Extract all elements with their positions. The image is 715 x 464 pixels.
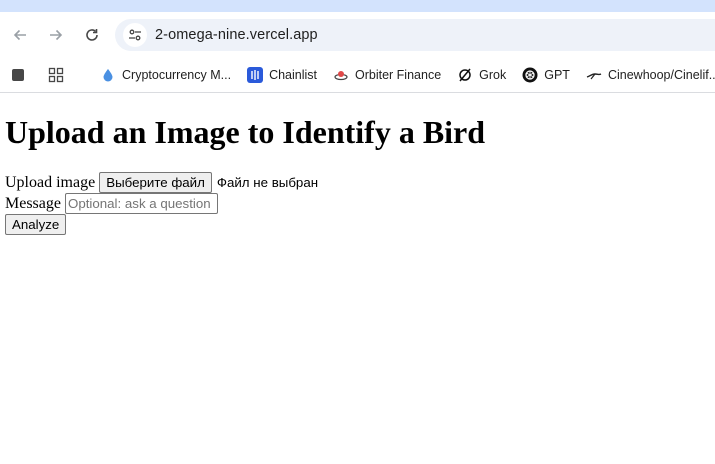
arrow-left-icon [13,29,26,41]
bookmark-label: Cryptocurrency M... [122,68,232,82]
analyze-button[interactable]: Analyze [5,214,67,235]
page-title: Upload an Image to Identify a Bird [5,114,486,150]
bookmark-label: GPT [544,68,570,82]
bookmark-gpt[interactable]: GPT [522,67,570,83]
choose-file-button[interactable]: Выберите файл [99,172,212,193]
orbiter-icon [333,67,349,83]
arrow-right-icon [50,29,63,41]
reload-button[interactable] [78,21,106,49]
upload-label: Upload image [5,174,96,191]
file-status: Файл не выбран [216,175,319,190]
forward-button[interactable] [42,21,70,49]
bookmark-grok[interactable]: Grok [457,67,506,83]
bookmark-label: Chainlist [269,68,317,82]
tab-strip [0,0,715,12]
bookmark-cryptocurrency[interactable]: Cryptocurrency M... [100,67,231,83]
tune-icon [129,29,141,41]
url-text[interactable]: 2-omega-nine.vercel.app [155,27,318,43]
bookmark-label: Cinewhoop/Cinelif... [607,68,715,82]
browser-toolbar: 2-omega-nine.vercel.app [0,12,715,58]
chainlist-icon [247,67,264,83]
bookmark-chainlist[interactable]: Chainlist [247,67,317,83]
back-button[interactable] [6,21,34,49]
address-bar[interactable]: 2-omega-nine.vercel.app [115,19,715,51]
message-label: Message [5,195,61,212]
bookmark-label: Grok [479,68,507,82]
drone-icon [586,67,602,83]
apps-grid-icon [48,67,64,83]
openai-icon [522,67,538,83]
bookmarks-bar: Cryptocurrency M... Chainlist Orbiter Fi… [0,58,715,93]
bookmark-square[interactable] [10,67,32,83]
bookmark-cinewhoop[interactable]: Cinewhoop/Cinelif... [586,67,715,83]
upload-row: Upload image Выберите файл Файл не выбра… [5,172,710,193]
message-row: Message [5,193,710,214]
message-input[interactable] [64,193,218,214]
bookmark-label: Orbiter Finance [355,68,442,82]
analyze-row: Analyze [5,214,710,235]
square-icon [10,67,26,83]
site-info-button[interactable] [123,23,147,47]
grok-icon [457,67,473,83]
page-content: Upload an Image to Identify a Bird Uploa… [0,114,715,235]
bookmark-orbiter[interactable]: Orbiter Finance [333,67,441,83]
apps-button[interactable] [48,67,70,83]
droplet-icon [100,67,116,83]
reload-icon [86,29,98,41]
